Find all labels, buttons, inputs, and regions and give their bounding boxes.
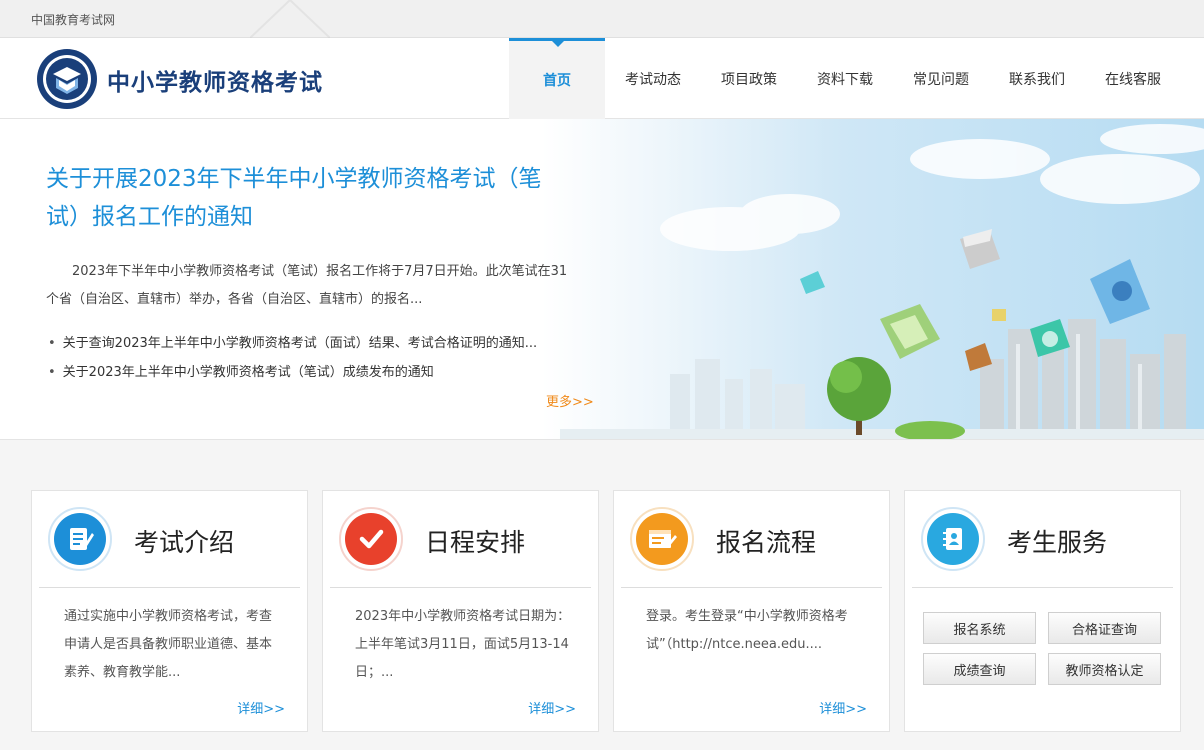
headline-news-link[interactable]: 关于开展2023年下半年中小学教师资格考试（笔试）报名工作的通知 (46, 160, 566, 236)
nav-online-service[interactable]: 在线客服 (1085, 38, 1181, 119)
card-divider (912, 587, 1173, 588)
nav-contact[interactable]: 联系我们 (989, 38, 1085, 119)
news-item[interactable]: 关于查询2023年上半年中小学教师资格考试（面试）结果、考试合格证明的通知... (48, 329, 537, 358)
score-query-button[interactable]: 成绩查询 (923, 653, 1036, 685)
card-icon-ring (339, 507, 403, 571)
detail-link[interactable]: 详细>> (528, 698, 576, 717)
nav-home[interactable]: 首页 (509, 38, 605, 119)
detail-link[interactable]: 详细>> (237, 698, 285, 717)
nav-faq[interactable]: 常见问题 (893, 38, 989, 119)
card-icon-ring (921, 507, 985, 571)
checkmark-icon (345, 513, 397, 565)
card-divider (621, 587, 882, 588)
teacher-certification-button[interactable]: 教师资格认定 (1048, 653, 1161, 685)
card-title: 日程安排 (425, 528, 526, 557)
ntce-logo-icon[interactable] (36, 48, 98, 110)
nav-downloads[interactable]: 资料下载 (797, 38, 893, 119)
card-divider (330, 587, 591, 588)
card-divider (39, 587, 300, 588)
contact-book-icon (927, 513, 979, 565)
card-title: 考试介绍 (134, 528, 235, 557)
more-news-link[interactable]: 更多>> (546, 391, 594, 410)
document-edit-icon (54, 513, 106, 565)
form-pen-icon (636, 513, 688, 565)
main-nav: 首页 考试动态 项目政策 资料下载 常见问题 联系我们 在线客服 (509, 38, 1181, 119)
site-title: 中小学教师资格考试 (107, 70, 323, 96)
headline-summary: 2023年下半年中小学教师资格考试（笔试）报名工作将于7月7日开始。此次笔试在3… (46, 264, 568, 307)
top-bar: 中国教育考试网 (0, 0, 1204, 38)
card-registration-process: 报名流程 登录。考生登录“中小学教师资格考试”（http://ntce.neea… (613, 490, 890, 732)
background-triangle-decoration (250, 0, 330, 38)
hero-banner: 关于开展2023年下半年中小学教师资格考试（笔试）报名工作的通知 2023年下半… (0, 119, 1204, 440)
card-candidate-services: 考生服务 报名系统 合格证查询 成绩查询 教师资格认定 (904, 490, 1181, 732)
card-title: 考生服务 (1007, 528, 1108, 557)
card-title: 报名流程 (716, 528, 817, 557)
banner-city-illustration (560, 124, 1204, 439)
nav-exam-news[interactable]: 考试动态 (605, 38, 701, 119)
neea-site-link[interactable]: 中国教育考试网 (31, 11, 115, 28)
card-icon-ring (48, 507, 112, 571)
card-icon-ring (630, 507, 694, 571)
card-exam-intro: 考试介绍 通过实施中小学教师资格考试，考查申请人是否具备教师职业道德、基本素养、… (31, 490, 308, 732)
nav-policy[interactable]: 项目政策 (701, 38, 797, 119)
news-list: 关于查询2023年上半年中小学教师资格考试（面试）结果、考试合格证明的通知...… (48, 329, 537, 387)
certificate-query-button[interactable]: 合格证查询 (1048, 612, 1161, 644)
detail-link[interactable]: 详细>> (819, 698, 867, 717)
card-text: 通过实施中小学教师资格考试，考查申请人是否具备教师职业道德、基本素养、教育教学能… (64, 609, 273, 680)
site-header: 中小学教师资格考试 首页 考试动态 项目政策 资料下载 常见问题 联系我们 在线… (0, 38, 1204, 119)
news-item[interactable]: 关于2023年上半年中小学教师资格考试（笔试）成绩发布的通知 (48, 358, 537, 387)
card-schedule: 日程安排 2023年中小学教师资格考试日期为：上半年笔试3月11日，面试5月13… (322, 490, 599, 732)
card-text: 登录。考生登录“中小学教师资格考试”（http://ntce.neea.edu.… (646, 609, 848, 652)
card-text: 2023年中小学教师资格考试日期为：上半年笔试3月11日，面试5月13-14日；… (355, 609, 571, 680)
registration-system-button[interactable]: 报名系统 (923, 612, 1036, 644)
